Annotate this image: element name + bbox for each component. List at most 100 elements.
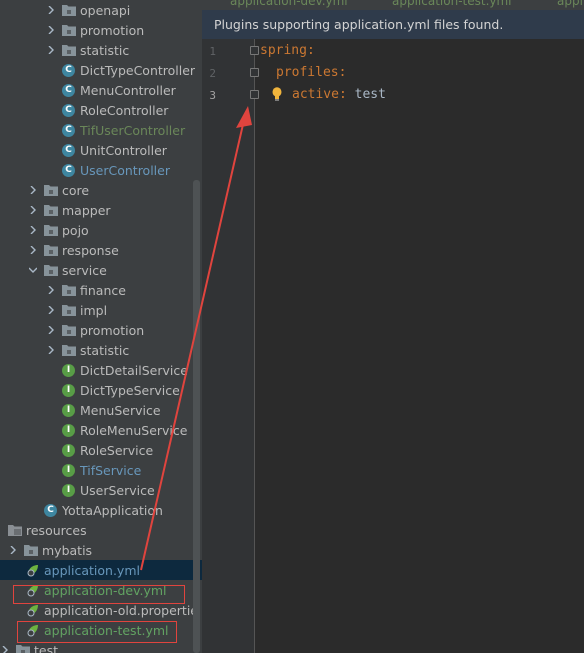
tree-item[interactable]: C RoleController [0, 100, 202, 120]
tree-item[interactable]: I RoleMenuService [0, 420, 202, 440]
yaml-key: profiles [276, 65, 339, 80]
java-class-icon: C [62, 83, 75, 97]
gutter-divider [254, 39, 255, 653]
java-class-icon: C [62, 143, 75, 157]
chevron-right-icon[interactable] [46, 340, 56, 360]
tree-item-label: statistic [80, 42, 130, 58]
tree-item[interactable]: promotion [0, 20, 202, 40]
chevron-right-icon[interactable] [46, 40, 56, 60]
folder-icon [62, 324, 76, 336]
line-gutter [202, 39, 254, 653]
tree-item[interactable]: mapper [0, 200, 202, 220]
chevron-right-icon[interactable] [46, 280, 56, 300]
code-line-1[interactable]: spring: [260, 43, 315, 58]
folder-icon [24, 544, 38, 556]
tree-scrollbar[interactable] [193, 180, 200, 653]
tree-item-label: RoleService [80, 442, 154, 458]
plugin-notification-banner: Plugins supporting application.yml files… [202, 10, 584, 39]
tree-item-label: service [62, 262, 107, 278]
tree-item-label: test [34, 642, 59, 653]
java-interface-icon: I [62, 443, 75, 457]
tree-item-label: TifService [80, 462, 142, 478]
java-interface-icon: I [62, 463, 75, 477]
tab-application-dev[interactable]: application-dev.yml [230, 0, 348, 10]
intention-bulb-icon[interactable] [272, 87, 282, 101]
code-line-3[interactable]: active: test [292, 87, 386, 102]
java-interface-icon: I [62, 363, 75, 377]
folder-icon [44, 184, 58, 196]
java-class-icon: C [62, 123, 75, 137]
tree-item-label: UserService [80, 482, 155, 498]
tree-item-label: MenuController [80, 82, 176, 98]
spring-config-icon [26, 563, 40, 577]
tree-item[interactable]: resources [0, 520, 202, 540]
yaml-colon: : [338, 87, 347, 102]
tree-item[interactable]: promotion [0, 320, 202, 340]
tree-item[interactable]: C MenuController [0, 80, 202, 100]
tree-item[interactable]: finance [0, 280, 202, 300]
tree-item[interactable]: C YottaApplication [0, 500, 202, 520]
folder-icon [16, 644, 30, 653]
chevron-right-icon[interactable] [0, 640, 10, 653]
chevron-down-icon[interactable] [28, 260, 38, 280]
tree-item[interactable]: statistic [0, 40, 202, 60]
tree-item[interactable]: C TifUserController [0, 120, 202, 140]
editor-tabs: application-dev.yml application-test.yml… [202, 0, 584, 10]
chevron-right-icon[interactable] [8, 540, 18, 560]
chevron-right-icon[interactable] [46, 20, 56, 40]
tree-item[interactable]: openapi [0, 0, 202, 20]
highlight-box-test [17, 621, 177, 643]
tree-item[interactable]: C UserController [0, 160, 202, 180]
yaml-value: test [346, 87, 386, 102]
tree-item[interactable]: impl [0, 300, 202, 320]
tree-item[interactable]: core [0, 180, 202, 200]
tree-item[interactable]: application.yml [0, 560, 202, 580]
folder-icon [62, 304, 76, 316]
tree-item[interactable]: I DictDetailService [0, 360, 202, 380]
tab-application[interactable]: appl [557, 0, 583, 10]
tree-item[interactable]: I RoleService [0, 440, 202, 460]
chevron-right-icon[interactable] [28, 220, 38, 240]
chevron-right-icon[interactable] [46, 0, 56, 20]
tree-item[interactable]: I DictTypeService [0, 380, 202, 400]
tree-item[interactable]: pojo [0, 220, 202, 240]
tree-item-label: pojo [62, 222, 89, 238]
tree-item[interactable]: I TifService [0, 460, 202, 480]
tree-item[interactable]: response [0, 240, 202, 260]
chevron-right-icon[interactable] [28, 240, 38, 260]
folder-icon [44, 264, 58, 276]
tree-item[interactable]: I MenuService [0, 400, 202, 420]
folder-icon [44, 224, 58, 236]
yaml-colon: : [338, 65, 347, 80]
tree-item-label: response [62, 242, 119, 258]
tree-item[interactable]: service [0, 260, 202, 280]
tree-item[interactable]: C UnitController [0, 140, 202, 160]
tree-item-label: DictTypeService [80, 382, 180, 398]
yaml-key: active [292, 87, 339, 102]
tree-item-label: UnitController [80, 142, 167, 158]
fold-marker-icon[interactable] [250, 46, 259, 55]
tab-application-test[interactable]: application-test.yml [392, 0, 512, 10]
java-interface-icon: I [62, 483, 75, 497]
banner-text: Plugins supporting application.yml files… [214, 17, 504, 32]
chevron-right-icon[interactable] [28, 180, 38, 200]
chevron-right-icon[interactable] [46, 300, 56, 320]
tree-item[interactable]: I UserService [0, 480, 202, 500]
tree-item[interactable]: mybatis [0, 540, 202, 560]
fold-marker-icon[interactable] [250, 68, 259, 77]
tree-item[interactable]: statistic [0, 340, 202, 360]
chevron-right-icon[interactable] [28, 200, 38, 220]
spring-app-icon: C [44, 503, 57, 517]
chevron-right-icon[interactable] [46, 320, 56, 340]
tree-item-label: RoleController [80, 102, 169, 118]
fold-marker-icon[interactable] [250, 90, 259, 99]
folder-icon [44, 204, 58, 216]
folder-icon [62, 4, 76, 16]
folder-icon [8, 524, 22, 536]
project-tree-panel: openapi promotion statistic C DictTypeContro… [0, 0, 202, 653]
code-line-2[interactable]: profiles: [276, 65, 346, 80]
tree-item-label: UserController [80, 162, 170, 178]
folder-icon [62, 344, 76, 356]
java-interface-icon: I [62, 423, 75, 437]
tree-item[interactable]: C DictTypeController [0, 60, 202, 80]
